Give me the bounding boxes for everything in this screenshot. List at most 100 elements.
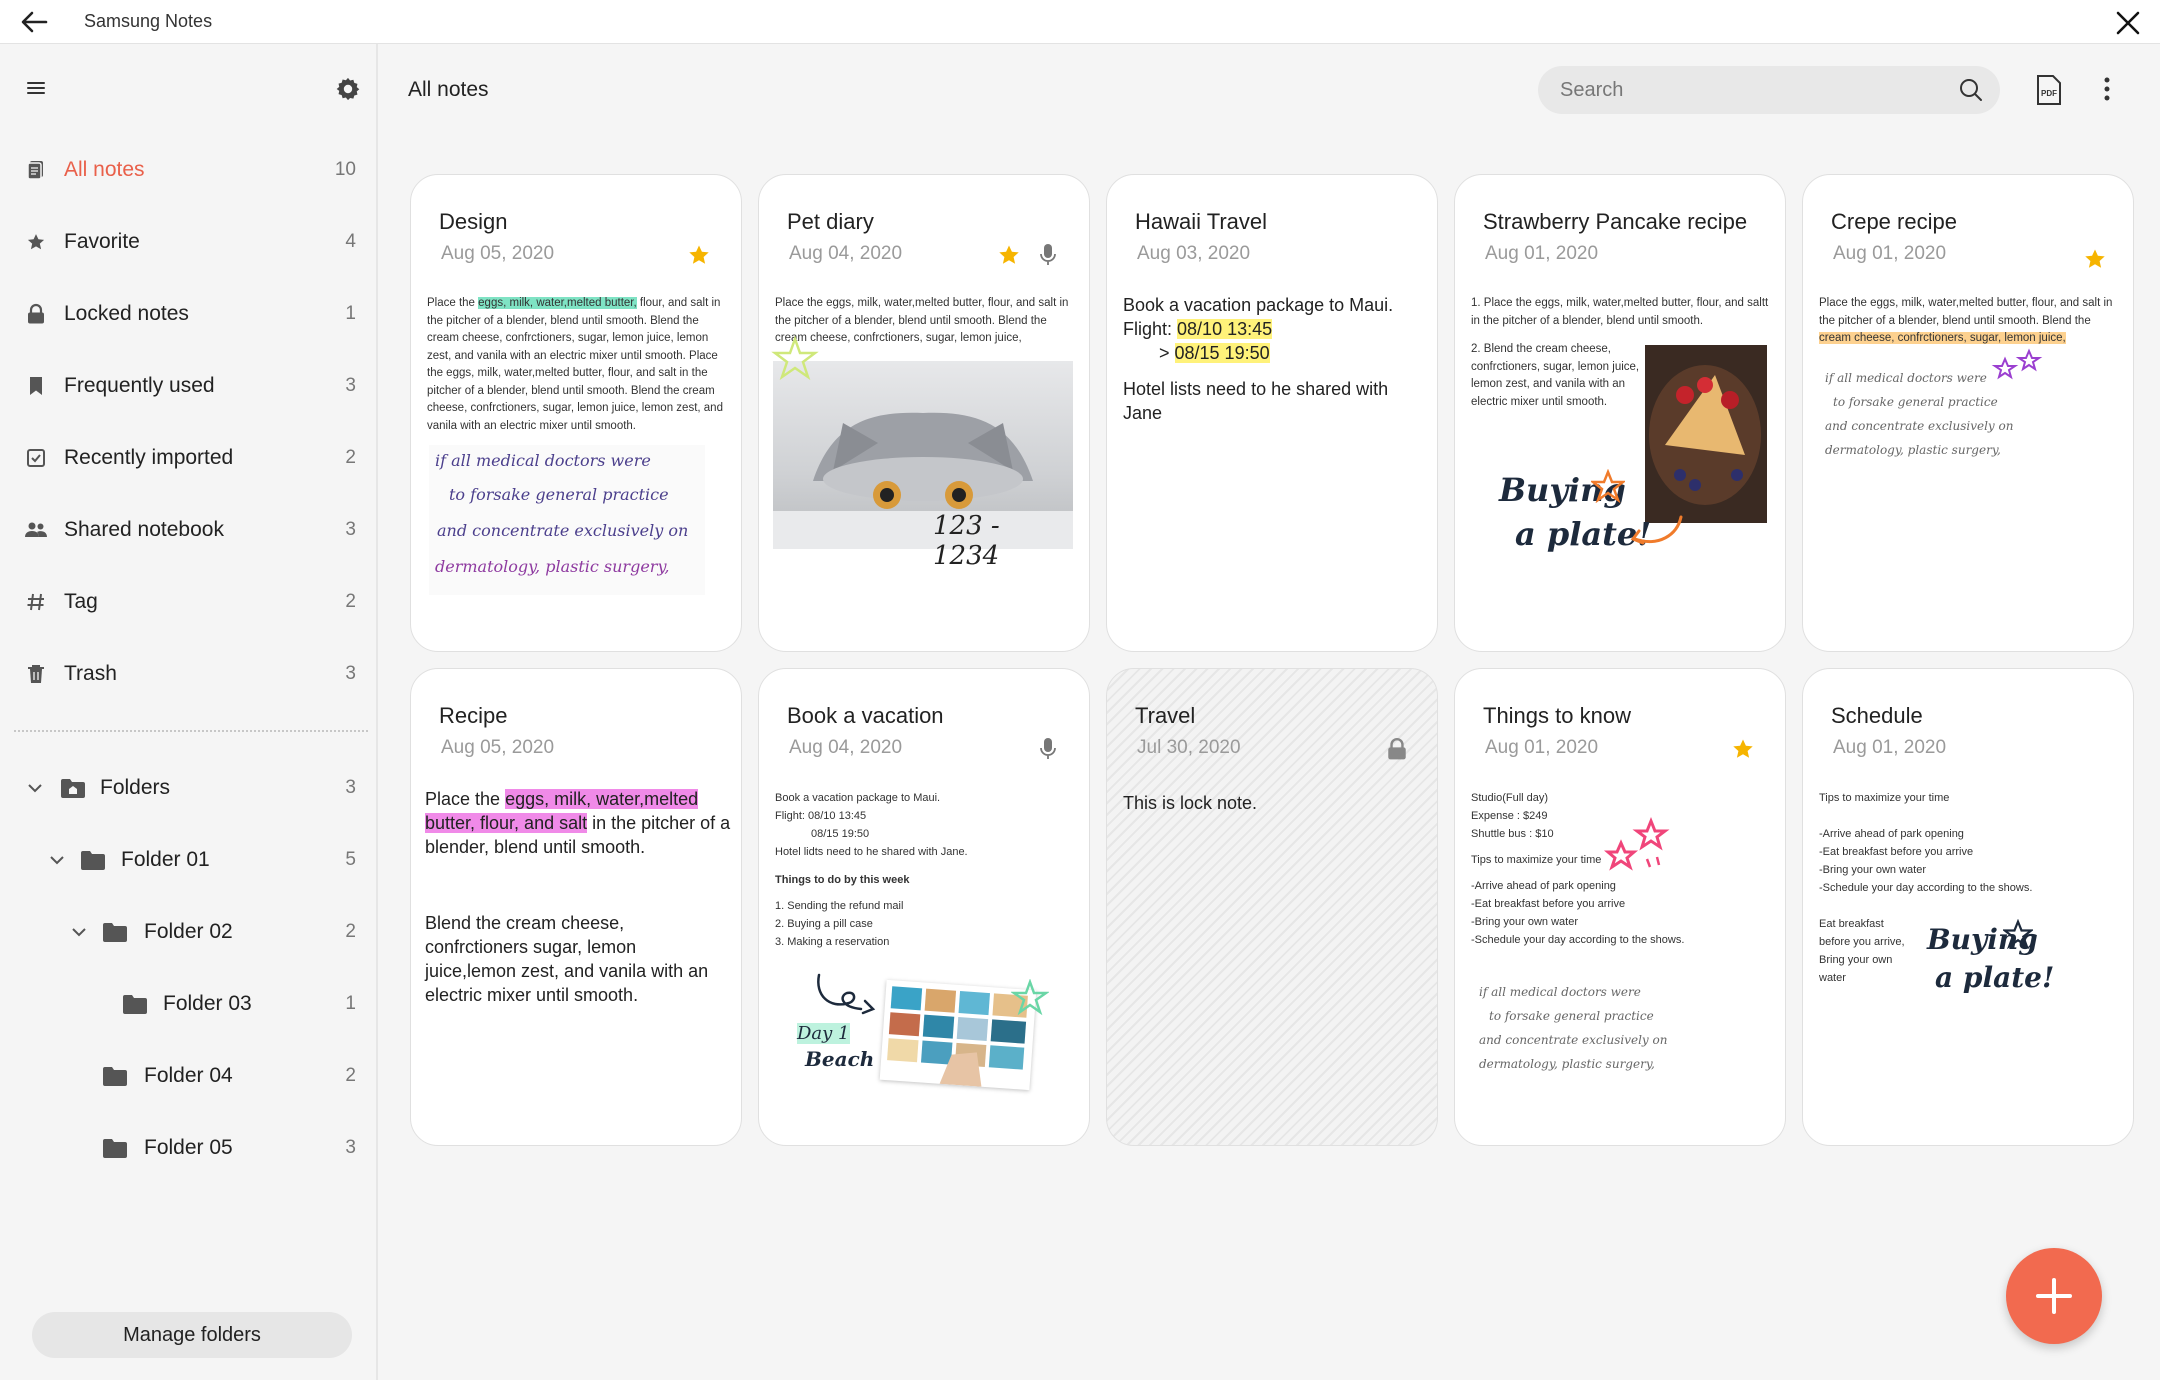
note-date: Aug 01, 2020 <box>1833 737 1947 758</box>
folder-label: Folders <box>100 776 171 799</box>
note-date: Jul 30, 2020 <box>1137 737 1241 758</box>
folder-icon <box>103 1067 127 1086</box>
doodle-stars-icon <box>1991 348 2043 380</box>
note-preview-text: Book a vacation package to Maui. Flight:… <box>1123 295 1394 423</box>
close-icon[interactable] <box>2112 7 2144 39</box>
note-date: Aug 01, 2020 <box>1485 243 1599 264</box>
sidebar-item-trash[interactable]: Trash 3 <box>0 638 378 710</box>
chevron-down-icon[interactable] <box>68 921 90 943</box>
back-arrow-icon[interactable] <box>18 8 50 36</box>
folder-count: 1 <box>345 993 356 1014</box>
chevron-down-icon[interactable] <box>46 849 68 871</box>
note-card-design[interactable]: Design Aug 05, 2020 Place the eggs, milk… <box>410 174 742 652</box>
note-title: Crepe recipe <box>1831 209 1957 234</box>
sidebar: All notes 10 Favorite 4 Locked notes 1 F… <box>0 44 378 1380</box>
lock-icon <box>24 302 48 326</box>
chevron-down-icon[interactable] <box>24 777 46 799</box>
folder-04[interactable]: Folder 04 2 <box>0 1040 378 1112</box>
note-card-things-to-know[interactable]: Things to know Aug 01, 2020 Studio(Full … <box>1454 668 1786 1146</box>
doodle-arrow-icon <box>817 973 876 1015</box>
note-date: Aug 03, 2020 <box>1137 243 1251 264</box>
sidebar-item-shared-notebook[interactable]: Shared notebook 3 <box>0 494 378 566</box>
folder-count: 2 <box>345 1065 356 1086</box>
folder-label: Folder 05 <box>144 1136 233 1159</box>
note-date: Aug 04, 2020 <box>789 737 903 758</box>
all-notes-icon <box>24 158 48 182</box>
folder-label: Folder 03 <box>163 992 252 1015</box>
handwriting-line: and concentrate exclusively on <box>1479 1033 1668 1047</box>
sidebar-item-count: 4 <box>345 231 356 252</box>
new-note-button[interactable] <box>2006 1248 2102 1344</box>
sidebar-item-count: 3 <box>345 519 356 540</box>
favorite-star-icon <box>689 245 709 264</box>
handwriting-line: Beach <box>805 1047 875 1071</box>
note-card-travel-locked[interactable]: Travel Jul 30, 2020 This is lock note. <box>1106 668 1438 1146</box>
folder-01[interactable]: Folder 01 5 <box>0 824 378 896</box>
sidebar-item-label: All notes <box>64 158 145 181</box>
search-input[interactable]: Search <box>1538 66 2000 114</box>
folder-02[interactable]: Folder 02 2 <box>0 896 378 968</box>
svg-text:PDF: PDF <box>2041 89 2057 98</box>
pancake-photo <box>1645 345 1767 523</box>
folder-count: 3 <box>345 1137 356 1158</box>
sidebar-item-frequently-used[interactable]: Frequently used 3 <box>0 350 378 422</box>
note-card-hawaii-travel[interactable]: Hawaii Travel Aug 03, 2020 Book a vacati… <box>1106 174 1438 652</box>
title-bar: Samsung Notes <box>0 0 2160 44</box>
folders-root[interactable]: Folders 3 <box>0 752 378 824</box>
doodle-star-icon <box>1011 979 1049 1016</box>
note-preview-text: Place the eggs, milk, water,melted butte… <box>1819 297 2113 344</box>
note-card-schedule[interactable]: Schedule Aug 01, 2020 Tips to maximize y… <box>1802 668 2134 1146</box>
cat-photo: 123 - 1234 <box>773 361 1073 571</box>
note-card-crepe-recipe[interactable]: Crepe recipe Aug 01, 2020 Place the eggs… <box>1802 174 2134 652</box>
handwriting-area: if all medical doctors were to forsake g… <box>429 445 705 595</box>
handwritten-number: 123 - 1234 <box>933 511 1000 571</box>
folder-label: Folder 04 <box>144 1064 233 1087</box>
microphone-icon <box>1040 738 1056 759</box>
sidebar-item-count: 10 <box>334 159 356 180</box>
sidebar-item-count: 2 <box>345 447 356 468</box>
folder-label: Folder 02 <box>144 920 233 943</box>
sidebar-item-all-notes[interactable]: All notes 10 <box>0 134 378 206</box>
note-title: Book a vacation <box>787 703 944 728</box>
note-card-pet-diary[interactable]: Pet diary Aug 04, 2020 Place the eggs, m… <box>758 174 1090 652</box>
note-date: Aug 04, 2020 <box>789 243 903 264</box>
folder-count: 2 <box>345 921 356 942</box>
note-card-book-a-vacation[interactable]: Book a vacation Aug 04, 2020 Book a vaca… <box>758 668 1090 1146</box>
app-title: Samsung Notes <box>84 11 213 31</box>
folder-03[interactable]: Folder 03 1 <box>0 968 378 1040</box>
note-preview-text: This is lock note. <box>1123 793 1258 813</box>
menu-icon[interactable] <box>24 76 48 100</box>
handwriting-line: if all medical doctors were <box>435 451 651 470</box>
main-header: All notes Search PDF <box>380 44 2160 134</box>
plus-icon <box>2036 1278 2072 1314</box>
more-options-icon[interactable] <box>2100 74 2114 104</box>
search-icon[interactable] <box>1958 77 1984 103</box>
note-card-recipe[interactable]: Recipe Aug 05, 2020 Place the eggs, milk… <box>410 668 742 1146</box>
sidebar-item-tag[interactable]: Tag 2 <box>0 566 378 638</box>
folder-icon <box>103 1139 127 1158</box>
sidebar-item-count: 2 <box>345 591 356 612</box>
note-title: Travel <box>1135 703 1196 728</box>
folder-icon <box>81 851 105 870</box>
sidebar-item-favorite[interactable]: Favorite 4 <box>0 206 378 278</box>
note-title: Design <box>439 209 508 234</box>
home-folder-icon <box>61 779 85 798</box>
doodle-star-icon <box>771 335 819 381</box>
note-card-strawberry-pancake[interactable]: Strawberry Pancake recipe Aug 01, 2020 1… <box>1454 174 1786 652</box>
lock-icon <box>1388 738 1406 760</box>
folder-count: 5 <box>345 849 356 870</box>
pdf-export-icon[interactable]: PDF <box>2034 74 2064 106</box>
star-icon <box>24 230 48 254</box>
handwriting-line: and concentrate exclusively on <box>437 521 689 540</box>
sidebar-item-locked-notes[interactable]: Locked notes 1 <box>0 278 378 350</box>
trash-icon <box>24 662 48 686</box>
settings-gear-icon[interactable] <box>334 75 362 103</box>
sidebar-item-count: 3 <box>345 663 356 684</box>
sidebar-item-label: Tag <box>64 590 98 613</box>
folder-05[interactable]: Folder 05 3 <box>0 1112 378 1184</box>
page-title: All notes <box>408 78 489 101</box>
note-date: Aug 01, 2020 <box>1485 737 1599 758</box>
manage-folders-button[interactable]: Manage folders <box>32 1312 352 1358</box>
note-preview-text: Place the eggs, milk, water,melted butte… <box>427 297 723 432</box>
sidebar-item-recently-imported[interactable]: Recently imported 2 <box>0 422 378 494</box>
